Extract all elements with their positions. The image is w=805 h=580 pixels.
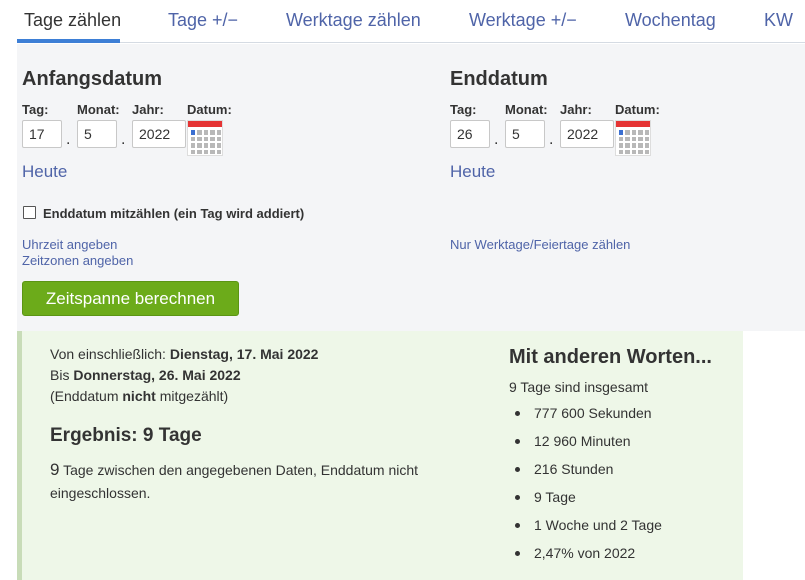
start-month-input[interactable] <box>77 120 117 148</box>
list-item: 2,47% von 2022 <box>509 539 662 567</box>
tab-werktage-zaehlen[interactable]: Werktage zählen <box>286 10 421 31</box>
date-separator: . <box>494 131 499 148</box>
end-day-input[interactable] <box>450 120 490 148</box>
list-item: 12 960 Minuten <box>509 427 662 455</box>
end-month-input[interactable] <box>505 120 545 148</box>
start-date-label: Datum: <box>187 102 232 117</box>
tab-werktage-plus-minus[interactable]: Werktage +/− <box>469 10 577 31</box>
other-words-title: Mit anderen Worten... <box>509 346 712 368</box>
workdays-link[interactable]: Nur Werktage/Feiertage zählen <box>450 237 630 252</box>
result-note-bold: nicht <box>122 388 156 404</box>
tab-kw[interactable]: KW <box>764 10 793 31</box>
calendar-icon[interactable] <box>187 120 223 156</box>
end-year-input[interactable] <box>560 120 614 148</box>
end-day-label: Tag: <box>450 102 477 117</box>
calendar-grid <box>619 130 649 154</box>
start-date-title: Anfangsdatum <box>22 68 162 90</box>
tab-tage-plus-minus[interactable]: Tage +/− <box>168 10 238 31</box>
date-separator: . <box>121 131 126 148</box>
result-to-date: Donnerstag, 26. Mai 2022 <box>73 367 241 383</box>
start-today-link[interactable]: Heute <box>22 162 67 182</box>
list-item: 1 Woche und 2 Tage <box>509 511 662 539</box>
start-year-input[interactable] <box>132 120 186 148</box>
include-end-date-checkbox[interactable] <box>23 206 36 219</box>
result-from-prefix: Von einschließlich: <box>50 346 170 362</box>
tab-tage-zaehlen[interactable]: Tage zählen <box>24 10 121 31</box>
calendar-header <box>616 121 650 127</box>
other-words-list: 777 600 Sekunden 12 960 Minuten 216 Stun… <box>509 399 662 567</box>
date-separator: . <box>66 131 71 148</box>
start-day-input[interactable] <box>22 120 62 148</box>
result-description-text: Tage zwischen den angegebenen Daten, End… <box>50 462 419 501</box>
date-separator: . <box>549 131 554 148</box>
calendar-icon[interactable] <box>615 120 651 156</box>
end-year-label: Jahr: <box>560 102 592 117</box>
result-to-line: Bis Donnerstag, 26. Mai 2022 <box>50 367 241 383</box>
result-note-open: (Enddatum <box>50 388 123 404</box>
active-tab-indicator <box>17 39 120 43</box>
list-item: 216 Stunden <box>509 455 662 483</box>
tab-wochentag[interactable]: Wochentag <box>625 10 716 31</box>
end-month-label: Monat: <box>505 102 548 117</box>
other-words-summary: 9 Tage sind insgesamt <box>509 379 649 395</box>
end-today-link[interactable]: Heute <box>450 162 495 182</box>
calendar-header <box>188 121 222 127</box>
include-end-date-label[interactable]: Enddatum mitzählen (ein Tag wird addiert… <box>43 206 304 221</box>
calculate-button[interactable]: Zeitspanne berechnen <box>22 281 239 316</box>
result-heading: Ergebnis: 9 Tage <box>50 425 202 446</box>
timezones-link[interactable]: Zeitzonen angeben <box>22 253 133 268</box>
start-year-label: Jahr: <box>132 102 164 117</box>
end-date-label: Datum: <box>615 102 660 117</box>
result-description: 9 Tage zwischen den angegebenen Daten, E… <box>50 458 440 505</box>
end-date-title: Enddatum <box>450 68 548 90</box>
start-day-label: Tag: <box>22 102 49 117</box>
list-item: 9 Tage <box>509 483 662 511</box>
result-to-prefix: Bis <box>50 367 74 383</box>
result-panel: Von einschließlich: Dienstag, 17. Mai 20… <box>17 331 743 580</box>
result-note: (Enddatum nicht mitgezählt) <box>50 388 228 404</box>
calendar-grid <box>191 130 221 154</box>
result-note-close: mitgezählt) <box>155 388 229 404</box>
result-from-date: Dienstag, 17. Mai 2022 <box>169 346 319 362</box>
list-item: 777 600 Sekunden <box>509 399 662 427</box>
start-month-label: Monat: <box>77 102 120 117</box>
result-from-line: Von einschließlich: Dienstag, 17. Mai 20… <box>50 346 318 362</box>
time-link[interactable]: Uhrzeit angeben <box>22 237 117 252</box>
